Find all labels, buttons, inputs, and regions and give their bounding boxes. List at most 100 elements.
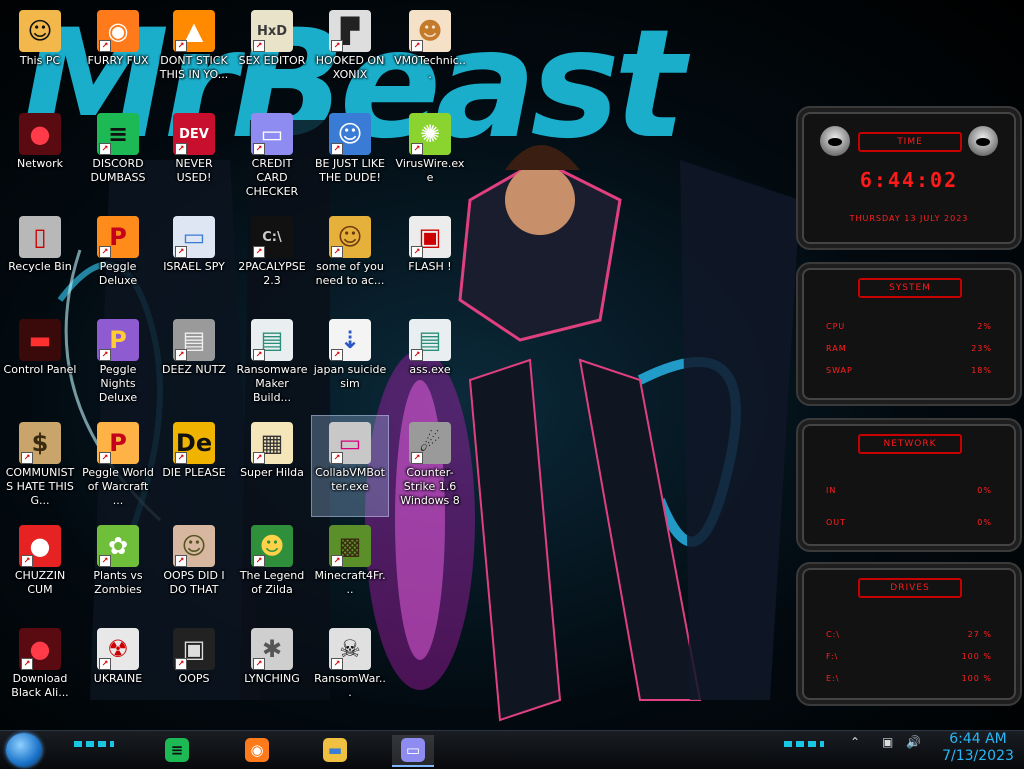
desktop-icon[interactable]: ☻ ↗ VM0Technic... — [392, 4, 468, 104]
taskbar-credit-card-app-button[interactable]: ▭ — [392, 735, 434, 767]
app-icon: ☺ ↗ — [173, 525, 215, 567]
desktop-icon-label: OOPS — [178, 672, 210, 685]
desktop-icon[interactable]: ☢ ↗ UKRAINE — [80, 622, 156, 722]
desktop-icon-label: CollabVMBotter.exe — [315, 466, 385, 493]
ram-row: RAM 23% — [826, 344, 992, 356]
shortcut-arrow-icon: ↗ — [99, 555, 111, 567]
desktop-icon-label: CHUZZIN CUM — [14, 569, 66, 596]
desktop-icon[interactable]: ▣ ↗ FLASH ! — [392, 210, 468, 310]
desktop-icon-label: Network — [17, 157, 63, 170]
clock-date: 7/13/2023 — [942, 748, 1014, 764]
app-icon: ✱ ↗ — [251, 628, 293, 670]
taskbar-spotify-button[interactable]: ≡ — [156, 735, 198, 765]
shortcut-arrow-icon: ↗ — [331, 452, 343, 464]
drives-widget: DRIVES C:\ 27 % F:\ 100 % E:\ 100 % — [796, 562, 1022, 706]
shortcut-arrow-icon: ↗ — [411, 143, 423, 155]
desktop-icon[interactable]: ● ↗ CHUZZIN CUM — [2, 519, 78, 619]
desktop-icon[interactable]: P ↗ Peggle Nights Deluxe — [80, 313, 156, 413]
taskbar-firefox-button[interactable]: ◉ — [236, 735, 278, 765]
desktop-icon[interactable]: C:\ ↗ 2PACALYPSE 2.3 — [234, 210, 310, 310]
desktop-icon-label: Ransomware Maker Build... — [236, 363, 308, 404]
desktop-icon[interactable]: ▩ ↗ Minecraft4Fr... — [312, 519, 388, 619]
desktop-icon-label: Peggle World of Warcraft ... — [82, 466, 154, 507]
credit-card-app-icon: ▭ — [401, 738, 425, 762]
widget-clock: 6:44:02 — [859, 168, 959, 192]
desktop-icon-label: 2PACALYPSE 2.3 — [238, 260, 306, 287]
desktop-icon-label: some of you need to ac... — [315, 260, 385, 287]
desktop-icon[interactable]: DEV ↗ NEVER USED! — [156, 107, 232, 207]
firefox-icon: ◉ — [245, 738, 269, 762]
drive-f-value: 100 % — [961, 652, 992, 661]
desktop-icon[interactable]: ▣ ↗ OOPS — [156, 622, 232, 722]
desktop-icon[interactable]: ▭ ↗ CollabVMBotter.exe — [311, 415, 389, 517]
desktop-icon[interactable]: ☺ This PC — [2, 4, 78, 104]
shortcut-arrow-icon: ↗ — [175, 143, 187, 155]
time-widget: TIME 6:44:02 THURSDAY 13 JULY 2023 — [796, 106, 1022, 250]
app-icon: ▭ ↗ — [173, 216, 215, 258]
network-out-value: 0% — [977, 518, 992, 527]
desktop-icon[interactable]: ✿ ↗ Plants vs Zombies — [80, 519, 156, 619]
desktop-icon-label: LYNCHING — [244, 672, 300, 685]
desktop-icon[interactable]: ☺ ↗ BE JUST LIKE THE DUDE! — [312, 107, 388, 207]
desktop-icon[interactable]: ☺ ↗ some of you need to ac... — [312, 210, 388, 310]
desktop-icon[interactable]: ▤ ↗ DEEZ NUTZ — [156, 313, 232, 413]
desktop-icon[interactable]: ▤ ↗ ass.exe — [392, 313, 468, 413]
desktop-icon[interactable]: ▭ ↗ ISRAEL SPY — [156, 210, 232, 310]
shortcut-arrow-icon: ↗ — [99, 658, 111, 670]
drive-e-value: 100 % — [961, 674, 992, 683]
desktop-icon[interactable]: ≡ ↗ DISCORD DUMBASS — [80, 107, 156, 207]
desktop-icon[interactable]: ▯ Recycle Bin — [2, 210, 78, 310]
desktop-icon[interactable]: ▛ ↗ HOOKED ON XONIX — [312, 4, 388, 104]
cpu-row: CPU 2% — [826, 322, 992, 334]
desktop-icon[interactable]: P ↗ Peggle Deluxe — [80, 210, 156, 310]
desktop-icon[interactable]: ▲ ↗ DONT STICK THIS IN YO... — [156, 4, 232, 104]
desktop-icon[interactable]: ● ↗ Download Black Ali... — [2, 622, 78, 722]
network-tray-icon[interactable]: ▣ — [882, 735, 893, 749]
desktop-icon[interactable]: ☻ ↗ The Legend of Zilda — [234, 519, 310, 619]
network-in-label: IN — [826, 486, 837, 495]
desktop-icon-label: Peggle Nights Deluxe — [98, 363, 138, 404]
desktop-icon-label: OOPS DID I DO THAT — [163, 569, 225, 596]
volume-tray-icon[interactable]: 🔊 — [906, 735, 921, 749]
desktop-icon[interactable]: ⇣ ↗ japan suicide sim — [312, 313, 388, 413]
app-icon: HxD ↗ — [251, 10, 293, 52]
desktop-icon[interactable]: ☠ ↗ RansomWar... — [312, 622, 388, 722]
desktop-icon[interactable]: ☄ ↗ Counter-Strike 1.6 Windows 8 — [392, 416, 468, 516]
desktop-icon[interactable]: ◉ ↗ FURRY FUX — [80, 4, 156, 104]
cpu-value: 2% — [977, 322, 992, 331]
desktop-icon[interactable]: ☺ ↗ OOPS DID I DO THAT — [156, 519, 232, 619]
desktop-icon[interactable]: ▤ ↗ Ransomware Maker Build... — [234, 313, 310, 413]
desktop-icon[interactable]: ▬ Control Panel — [2, 313, 78, 413]
drive-f-label: F:\ — [826, 652, 839, 661]
shortcut-arrow-icon: ↗ — [175, 40, 187, 52]
app-icon: $ ↗ — [19, 422, 61, 464]
ram-value: 23% — [971, 344, 992, 353]
desktop-icon[interactable]: P ↗ Peggle World of Warcraft ... — [80, 416, 156, 516]
desktop-icon[interactable]: De ↗ DIE PLEASE — [156, 416, 232, 516]
app-icon: ▦ ↗ — [251, 422, 293, 464]
desktop-icon-label: RansomWar... — [314, 672, 386, 699]
taskbar-file-explorer-button[interactable]: ▬ — [314, 735, 356, 765]
shortcut-arrow-icon: ↗ — [253, 658, 265, 670]
swap-row: SWAP 18% — [826, 366, 992, 378]
start-button[interactable] — [6, 733, 42, 767]
desktop-icon-label: This PC — [19, 54, 61, 67]
desktop-icon[interactable]: $ ↗ COMMUNISTS HATE THIS G... — [2, 416, 78, 516]
desktop-icon[interactable]: ▭ ↗ CREDIT CARD CHECKER — [234, 107, 310, 207]
system-widget-title: SYSTEM — [858, 278, 962, 298]
desktop-icon[interactable]: ✺ ↗ VirusWire.exe — [392, 107, 468, 207]
show-hidden-icons-chevron[interactable]: ⌃ — [850, 735, 860, 749]
drive-e-label: E:\ — [826, 674, 840, 683]
shortcut-arrow-icon: ↗ — [175, 246, 187, 258]
file-explorer-icon: ▬ — [323, 738, 347, 762]
desktop-icon-label: VM0Technic... — [394, 54, 466, 81]
desktop-icon-label: DISCORD DUMBASS — [90, 157, 146, 184]
desktop-icon[interactable]: ✱ ↗ LYNCHING — [234, 622, 310, 722]
desktop-icon-label: UKRAINE — [93, 672, 143, 685]
desktop-icon[interactable]: ● Network — [2, 107, 78, 207]
desktop-icon[interactable]: HxD ↗ SEX EDITOR — [234, 4, 310, 104]
shortcut-arrow-icon: ↗ — [99, 349, 111, 361]
app-icon: C:\ ↗ — [251, 216, 293, 258]
taskbar-clock[interactable]: 6:44 AM 7/13/2023 — [938, 731, 1018, 765]
desktop-icon[interactable]: ▦ ↗ Super Hilda — [234, 416, 310, 516]
